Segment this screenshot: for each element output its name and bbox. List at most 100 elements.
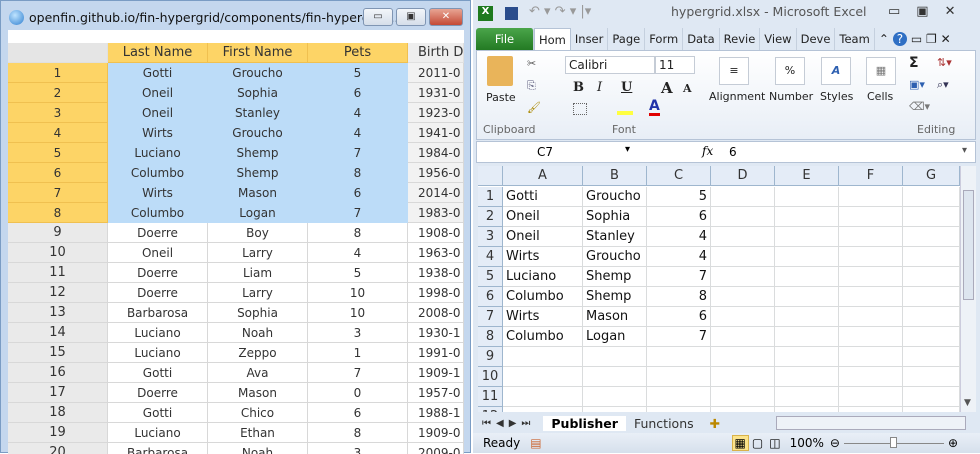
table-row-cell[interactable]: 16: [8, 363, 108, 383]
table-row-cell[interactable]: Ethan: [208, 423, 308, 443]
alignment-button[interactable]: Alignment: [709, 90, 765, 103]
table-row[interactable]: 3 Oneil Stanley 4 1923-0: [8, 103, 464, 123]
paste-icon[interactable]: [487, 56, 513, 86]
header-row-cell[interactable]: Last Name: [108, 43, 208, 63]
cell[interactable]: [903, 367, 960, 387]
styles-button[interactable]: Styles: [820, 90, 853, 103]
cell[interactable]: [903, 187, 960, 207]
cell[interactable]: [839, 187, 903, 207]
cell[interactable]: 7: [647, 267, 711, 287]
cell[interactable]: 5: [647, 187, 711, 207]
table-row-cell[interactable]: Logan: [208, 203, 308, 223]
table-row[interactable]: 8 Columbo Logan 7 1983-0: [8, 203, 464, 223]
table-row-cell[interactable]: Luciano: [108, 423, 208, 443]
cell[interactable]: Stanley: [583, 227, 647, 247]
cell[interactable]: [839, 247, 903, 267]
cell[interactable]: [711, 207, 775, 227]
row-header[interactable]: 5: [478, 267, 503, 287]
insert-sheet-icon[interactable]: ✚: [702, 416, 728, 431]
tab-view[interactable]: View: [760, 28, 797, 50]
table-row-cell[interactable]: 13: [8, 303, 108, 323]
table-row-cell[interactable]: 14: [8, 323, 108, 343]
tab-review[interactable]: Revie: [720, 28, 761, 50]
zoom-level[interactable]: 100%: [784, 436, 830, 450]
cell[interactable]: 4: [647, 247, 711, 267]
sheet-row[interactable]: 1 Gotti Groucho 5: [478, 187, 960, 207]
cell[interactable]: [839, 327, 903, 347]
copy-icon[interactable]: ⎘: [527, 79, 536, 93]
table-row-cell[interactable]: 1984-0: [408, 143, 464, 163]
cell[interactable]: [503, 387, 583, 407]
cell[interactable]: [775, 367, 839, 387]
table-row[interactable]: 7 Wirts Mason 6 2014-0: [8, 183, 464, 203]
sheet-row[interactable]: 4 Wirts Groucho 4: [478, 247, 960, 267]
table-row-cell[interactable]: 2008-0: [408, 303, 464, 323]
cell[interactable]: [711, 187, 775, 207]
cell[interactable]: [775, 187, 839, 207]
cell[interactable]: [839, 287, 903, 307]
tab-formulas[interactable]: Form: [645, 28, 684, 50]
table-row-cell[interactable]: Doerre: [108, 283, 208, 303]
cell[interactable]: [647, 367, 711, 387]
cell[interactable]: [503, 367, 583, 387]
cell[interactable]: 8: [647, 287, 711, 307]
cell[interactable]: [903, 207, 960, 227]
scroll-thumb[interactable]: [963, 190, 974, 300]
row-header[interactable]: 3: [478, 227, 503, 247]
find-icon[interactable]: ⌕▾: [937, 78, 949, 92]
header-row-cell[interactable]: Pets: [308, 43, 408, 63]
bold-button[interactable]: B: [573, 80, 584, 95]
table-row-cell[interactable]: 2: [8, 83, 108, 103]
cell[interactable]: [711, 247, 775, 267]
cell[interactable]: 4: [647, 227, 711, 247]
cell[interactable]: Columbo: [503, 287, 583, 307]
font-size-select[interactable]: 11: [655, 56, 695, 74]
vertical-scrollbar[interactable]: ▼: [960, 166, 976, 412]
zoom-out-button[interactable]: ⊖: [830, 436, 840, 450]
table-row-cell[interactable]: Oneil: [108, 243, 208, 263]
cell[interactable]: [903, 407, 960, 412]
row-header[interactable]: 2: [478, 207, 503, 227]
cell[interactable]: [839, 387, 903, 407]
table-row-cell[interactable]: 1963-0: [408, 243, 464, 263]
table-row-cell[interactable]: 0: [308, 383, 408, 403]
cell[interactable]: Luciano: [503, 267, 583, 287]
table-row-cell[interactable]: Wirts: [108, 123, 208, 143]
table-row-cell[interactable]: Doerre: [108, 263, 208, 283]
table-row-cell[interactable]: 1930-1: [408, 323, 464, 343]
table-row-cell[interactable]: 12: [8, 283, 108, 303]
zoom-in-button[interactable]: ⊕: [948, 436, 980, 450]
header-row-cell[interactable]: First Name: [208, 43, 308, 63]
column-header[interactable]: F: [839, 166, 903, 186]
table-row-cell[interactable]: 6: [8, 163, 108, 183]
cell[interactable]: [775, 207, 839, 227]
cell[interactable]: Shemp: [583, 267, 647, 287]
cell[interactable]: [711, 307, 775, 327]
table-row-cell[interactable]: 1957-0: [408, 383, 464, 403]
table-row-cell[interactable]: 1998-0: [408, 283, 464, 303]
column-header[interactable]: G: [903, 166, 960, 186]
format-painter-icon[interactable]: 🖌: [527, 101, 541, 114]
cell[interactable]: [839, 367, 903, 387]
table-row-cell[interactable]: 10: [308, 303, 408, 323]
table-row-cell[interactable]: Gotti: [108, 403, 208, 423]
table-row-cell[interactable]: Zeppo: [208, 343, 308, 363]
table-row-cell[interactable]: 8: [8, 203, 108, 223]
maximize-button[interactable]: ▣: [396, 8, 426, 26]
row-header[interactable]: 9: [478, 347, 503, 367]
cell[interactable]: [711, 387, 775, 407]
cells-button[interactable]: Cells: [867, 90, 893, 103]
cell[interactable]: [903, 227, 960, 247]
formula-input[interactable]: 6: [729, 145, 737, 159]
table-row[interactable]: 18 Gotti Chico 6 1988-1: [8, 403, 464, 423]
cell[interactable]: [775, 267, 839, 287]
tab-page-layout[interactable]: Page: [608, 28, 646, 50]
cell[interactable]: [775, 407, 839, 412]
table-row-cell[interactable]: Chico: [208, 403, 308, 423]
table-row-cell[interactable]: Ava: [208, 363, 308, 383]
column-header[interactable]: B: [583, 166, 647, 186]
cell[interactable]: [839, 407, 903, 412]
table-row-cell[interactable]: Liam: [208, 263, 308, 283]
borders-icon[interactable]: [573, 103, 587, 115]
table-row[interactable]: 4 Wirts Groucho 4 1941-0: [8, 123, 464, 143]
